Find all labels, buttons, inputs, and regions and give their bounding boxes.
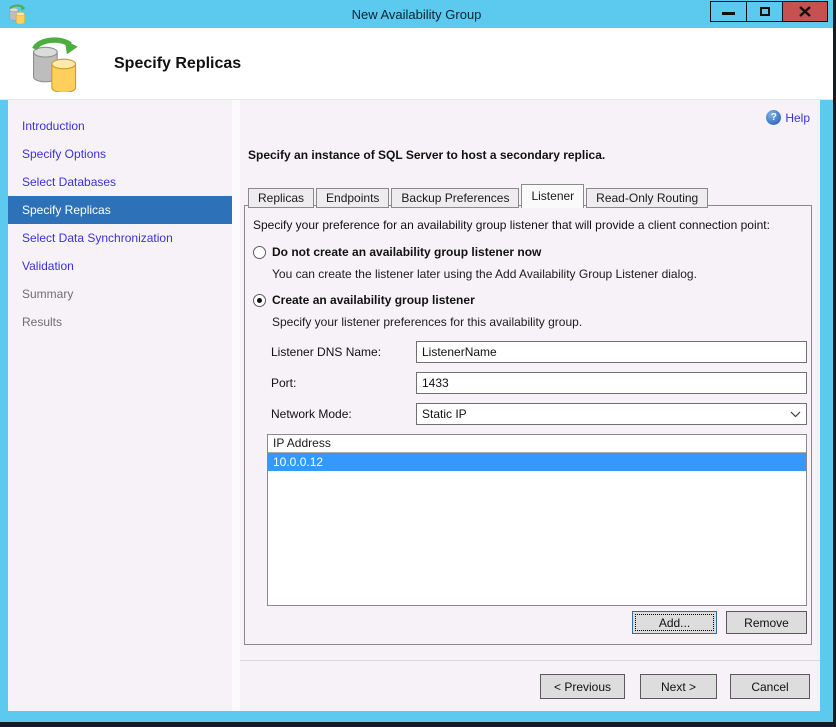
tab-backup-preferences[interactable]: Backup Preferences <box>391 188 520 208</box>
tab-read-only-routing[interactable]: Read-Only Routing <box>586 188 709 208</box>
sidebar-item-results: Results <box>22 315 63 329</box>
ip-address-column-header: IP Address <box>268 435 806 453</box>
dns-name-label: Listener DNS Name: <box>271 345 382 359</box>
window-controls <box>710 1 828 22</box>
titlebar: New Availability Group <box>0 0 833 28</box>
network-mode-dropdown[interactable]: Static IP <box>416 403 807 425</box>
tab-listener[interactable]: Listener <box>521 184 585 208</box>
window-title: New Availability Group <box>351 6 482 22</box>
remove-button[interactable]: Remove <box>726 611 807 634</box>
radio-create-listener-icon[interactable] <box>253 293 266 307</box>
ip-list-actions: Add... Remove <box>253 611 807 634</box>
radio-no-listener-description: You can create the listener later using … <box>272 267 697 281</box>
close-button[interactable] <box>782 1 828 22</box>
replica-tabs: Replicas Endpoints Backup Preferences Li… <box>248 184 710 208</box>
network-mode-label: Network Mode: <box>271 407 352 421</box>
add-button[interactable]: Add... <box>632 611 717 634</box>
cancel-button[interactable]: Cancel <box>730 674 810 699</box>
port-row: Port: <box>271 372 807 394</box>
database-replicas-sync-icon <box>32 36 78 92</box>
window-frame-bottom <box>0 711 833 721</box>
sidebar-item-validation[interactable]: Validation <box>8 252 232 280</box>
instruction-heading: Specify an instance of SQL Server to hos… <box>248 148 606 162</box>
app-database-replicas-icon <box>9 4 26 24</box>
port-input[interactable] <box>416 372 807 394</box>
network-mode-row: Network Mode: Static IP <box>271 403 807 425</box>
help-label: Help <box>785 110 810 125</box>
sidebar-item-select-data-synchronization[interactable]: Select Data Synchronization <box>8 224 232 252</box>
wizard-footer: < Previous Next > Cancel <box>240 660 820 712</box>
sidebar-item-introduction[interactable]: Introduction <box>8 112 232 140</box>
help-link[interactable]: ? Help <box>766 110 810 125</box>
dialog-body: Introduction Specify Options Select Data… <box>0 100 833 711</box>
minimize-icon <box>722 12 735 15</box>
next-button[interactable]: Next > <box>640 674 717 699</box>
dns-name-row: Listener DNS Name: <box>271 341 807 363</box>
network-mode-value: Static IP <box>422 407 467 421</box>
page-title: Specify Replicas <box>114 54 242 72</box>
port-label: Port: <box>271 376 297 390</box>
listener-tab-page: Specify your preference for an availabil… <box>244 205 812 645</box>
help-icon: ? <box>766 110 782 125</box>
wizard-steps-sidebar: Introduction Specify Options Select Data… <box>8 100 232 711</box>
maximize-icon <box>759 7 770 16</box>
ip-address-row[interactable]: 10.0.0.12 <box>268 453 806 471</box>
ip-address-list: IP Address 10.0.0.12 <box>267 434 807 606</box>
sidebar-divider <box>232 100 240 711</box>
sidebar-item-summary: Summary <box>22 287 74 301</box>
listener-intro-text: Specify your preference for an availabil… <box>253 218 770 232</box>
radio-no-listener-label: Do not create an availability group list… <box>272 245 542 259</box>
sidebar-item-specify-replicas[interactable]: Specify Replicas <box>8 196 232 224</box>
sidebar-item-select-databases[interactable]: Select Databases <box>8 168 232 196</box>
minimize-button[interactable] <box>710 1 747 22</box>
radio-create-listener-description: Specify your listener preferences for th… <box>272 315 583 329</box>
close-icon <box>799 6 811 17</box>
sidebar-item-specify-options[interactable]: Specify Options <box>8 140 232 168</box>
tab-replicas[interactable]: Replicas <box>248 188 315 208</box>
chevron-down-icon <box>790 411 801 417</box>
previous-button[interactable]: < Previous <box>540 674 625 699</box>
radio-no-listener-icon[interactable] <box>253 245 266 259</box>
wizard-header: Specify Replicas <box>0 28 833 100</box>
dns-name-input[interactable] <box>416 341 807 363</box>
tab-endpoints[interactable]: Endpoints <box>316 188 390 208</box>
dialog-window: New Availability Group Specify Replicas <box>0 0 836 727</box>
radio-no-listener[interactable]: Do not create an availability group list… <box>253 245 807 259</box>
radio-create-listener-label: Create an availability group listener <box>272 293 475 307</box>
radio-create-listener[interactable]: Create an availability group listener <box>253 293 807 307</box>
main-panel: ? Help Specify an instance of SQL Server… <box>240 100 820 711</box>
maximize-button[interactable] <box>746 1 783 22</box>
